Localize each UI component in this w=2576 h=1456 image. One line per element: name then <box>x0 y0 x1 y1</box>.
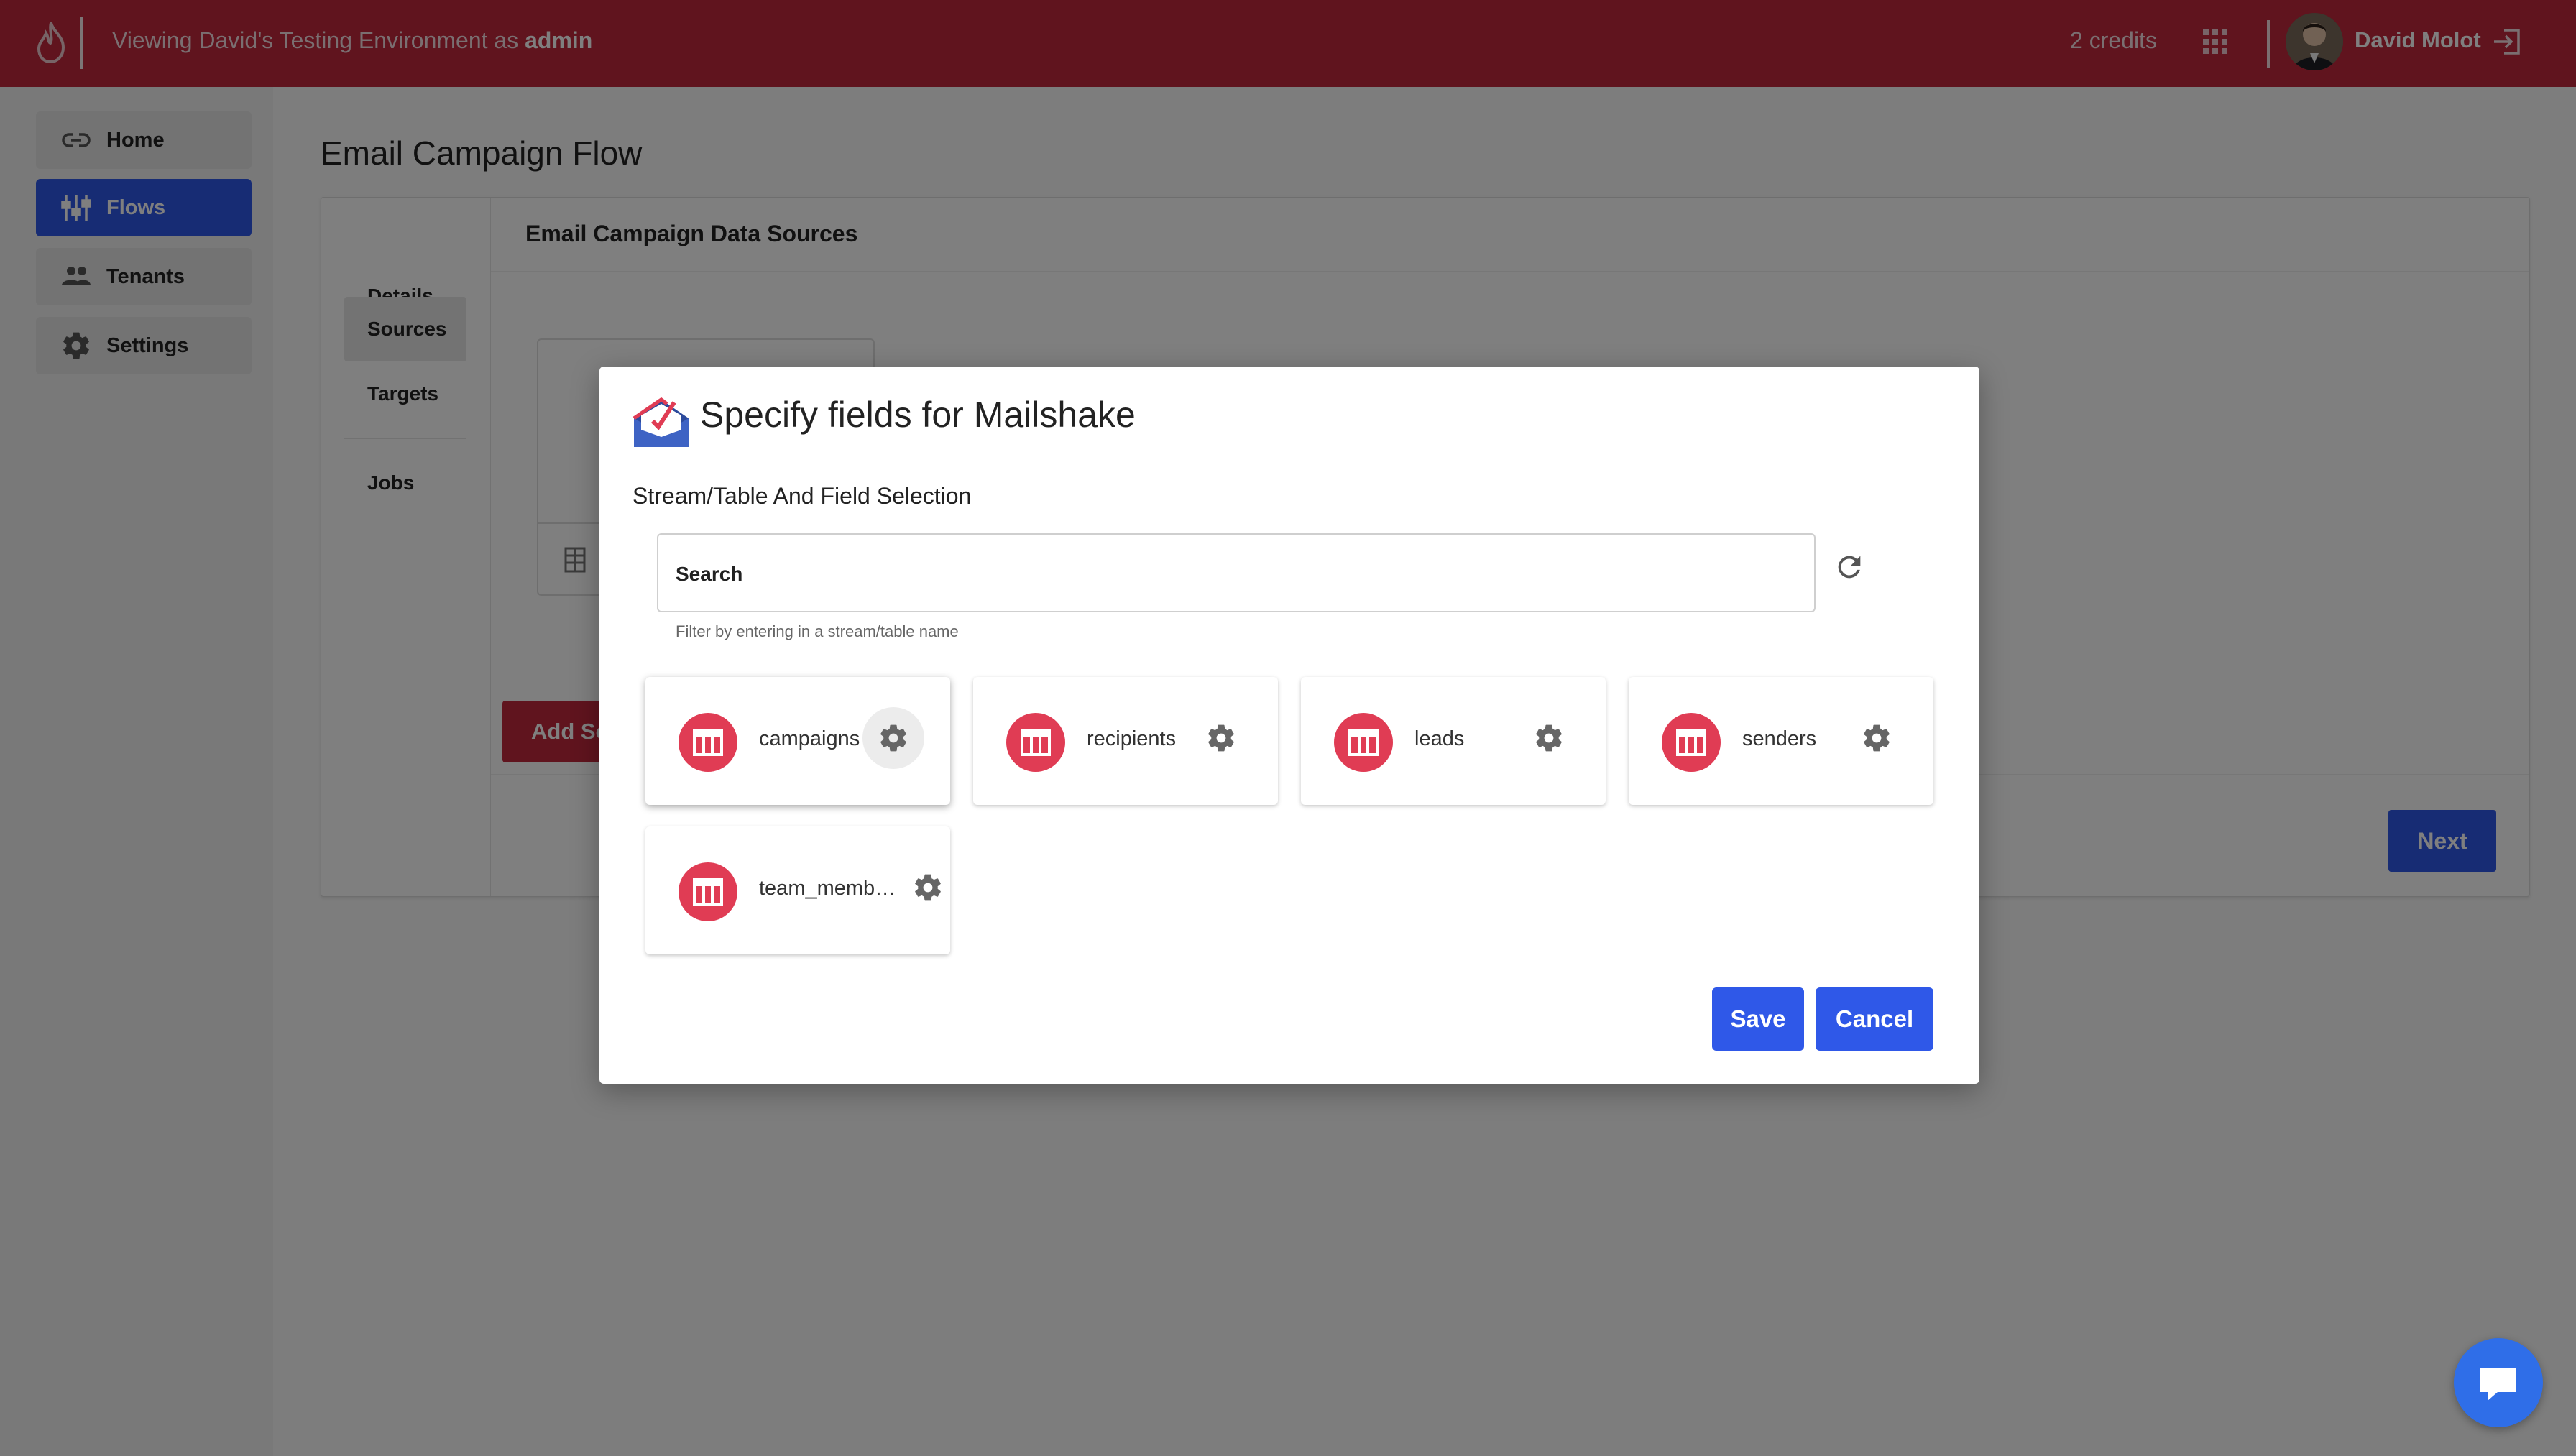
stream-settings-button[interactable] <box>1190 707 1252 769</box>
stream-tile-leads[interactable]: leads <box>1301 677 1606 805</box>
stream-tile-team-members[interactable]: team_members <box>645 826 950 954</box>
search-input[interactable] <box>676 556 1797 592</box>
table-icon-badge <box>678 862 737 921</box>
stream-settings-button[interactable] <box>1518 707 1580 769</box>
stream-name: recipients <box>1087 727 1177 750</box>
mailshake-logo-icon <box>632 397 689 447</box>
stream-name: leads <box>1414 727 1465 750</box>
save-button[interactable]: Save <box>1712 987 1804 1051</box>
stream-tile-recipients[interactable]: recipients <box>973 677 1278 805</box>
stream-name: team_members <box>759 877 903 900</box>
dialog-title: Specify fields for Mailshake <box>700 395 1136 435</box>
search-field[interactable] <box>657 533 1816 612</box>
table-icon <box>693 729 723 756</box>
gear-icon <box>1536 724 1562 752</box>
table-icon <box>1348 729 1379 756</box>
search-helper-text: Filter by entering in a stream/table nam… <box>676 622 959 640</box>
table-icon-badge <box>1006 713 1065 772</box>
chat-bubble-icon <box>2480 1368 2516 1401</box>
stream-tile-campaigns[interactable]: campaigns <box>645 677 950 805</box>
table-icon-badge <box>1334 713 1393 772</box>
stream-name: campaigns <box>759 727 860 750</box>
table-icon <box>1021 729 1051 756</box>
stream-settings-button[interactable] <box>1846 707 1908 769</box>
table-icon-badge <box>1662 713 1721 772</box>
table-icon <box>1676 729 1706 756</box>
stream-settings-button[interactable] <box>897 857 959 918</box>
stream-tile-senders[interactable]: senders <box>1629 677 1933 805</box>
gear-icon <box>1864 724 1890 752</box>
table-icon-badge <box>678 713 737 772</box>
gear-icon <box>915 874 941 901</box>
gear-icon <box>1208 724 1234 752</box>
chat-launcher-button[interactable] <box>2454 1338 2543 1427</box>
cancel-button[interactable]: Cancel <box>1816 987 1933 1051</box>
stream-name: senders <box>1742 727 1817 750</box>
refresh-icon[interactable] <box>1833 550 1866 584</box>
table-icon <box>693 878 723 906</box>
stream-settings-button[interactable] <box>862 707 924 769</box>
gear-icon <box>880 724 906 752</box>
specify-fields-dialog: Specify fields for Mailshake Stream/Tabl… <box>599 367 1979 1084</box>
dialog-subtitle: Stream/Table And Field Selection <box>632 483 972 509</box>
